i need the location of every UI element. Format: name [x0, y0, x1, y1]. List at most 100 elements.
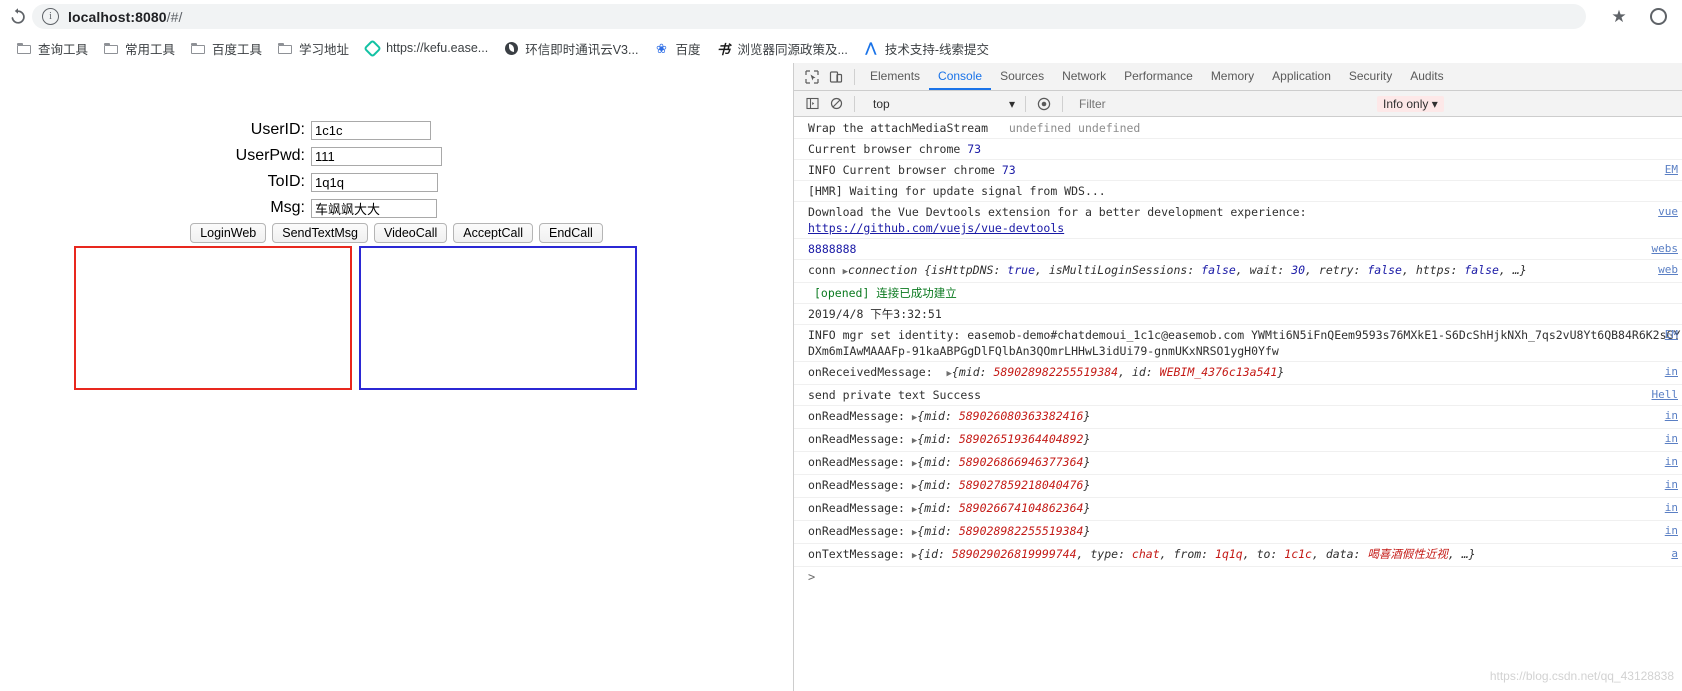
bookmark-item[interactable]: 常用工具: [97, 36, 181, 60]
bookmark-star-icon[interactable]: ★: [1608, 6, 1630, 28]
tm-to-key: , to:: [1242, 547, 1285, 561]
console-line[interactable]: Wrap the attachMediaStream undefined und…: [794, 118, 1682, 139]
console-line-timestamp[interactable]: 2019/4/8 下午3:32:51: [794, 304, 1682, 325]
tab-application[interactable]: Application: [1263, 63, 1340, 90]
log-text: 2019/4/8 下午3:32:51: [808, 307, 942, 321]
conn-wait-key: , wait:: [1235, 263, 1292, 277]
tab-memory[interactable]: Memory: [1202, 63, 1263, 90]
local-video-box[interactable]: [74, 246, 352, 390]
baidu-favicon-icon: ❀: [655, 40, 667, 56]
tab-console[interactable]: Console: [929, 63, 992, 90]
remote-video-box[interactable]: [359, 246, 637, 390]
console-line[interactable]: Download the Vue Devtools extension for …: [794, 202, 1682, 239]
folder-icon: [190, 40, 206, 56]
conn-wait-value: 30: [1291, 263, 1306, 277]
profile-avatar-icon[interactable]: [1648, 6, 1670, 28]
log-source-link[interactable]: webs: [1652, 241, 1679, 257]
bookmark-item[interactable]: 环信即时通讯云V3...: [497, 36, 644, 60]
log-source-link[interactable]: in: [1665, 477, 1678, 493]
bookmark-label: 百度: [675, 42, 701, 57]
address-bar[interactable]: i localhost:8080/#/: [32, 4, 1586, 29]
log-source-link[interactable]: in: [1665, 500, 1678, 516]
log-text: INFO mgr set identity: easemob-demo#chat…: [808, 328, 1681, 358]
console-prompt[interactable]: >: [794, 567, 1682, 587]
login-web-button[interactable]: LoginWeb: [190, 223, 267, 243]
console-line[interactable]: send private text Success Hell: [794, 385, 1682, 406]
brush-favicon-icon: 书: [716, 41, 730, 57]
tab-elements[interactable]: Elements: [861, 63, 929, 90]
console-log-list[interactable]: Wrap the attachMediaStream undefined und…: [794, 118, 1682, 691]
console-line-read-message[interactable]: onReadMessage: ▶{mid: 589026519364404892…: [794, 429, 1682, 452]
info-icon[interactable]: i: [42, 8, 59, 25]
tab-performance[interactable]: Performance: [1115, 63, 1202, 90]
bookmark-item[interactable]: ⋀ 技术支持-线索提交: [857, 36, 995, 60]
end-call-button[interactable]: EndCall: [539, 223, 603, 243]
log-source-link[interactable]: web: [1658, 262, 1678, 278]
tab-network[interactable]: Network: [1053, 63, 1115, 90]
bookmark-item[interactable]: 书浏览器同源政策及...: [709, 36, 853, 60]
bookmark-item[interactable]: 学习地址: [271, 36, 355, 60]
console-line-read-message[interactable]: onReadMessage: ▶{mid: 589026674104862364…: [794, 498, 1682, 521]
toid-input[interactable]: [311, 172, 438, 192]
console-line-read-message[interactable]: onReadMessage: ▶{mid: 589026866946377364…: [794, 452, 1682, 475]
log-source-link[interactable]: Hell: [1652, 387, 1679, 403]
bookmark-item[interactable]: 百度工具: [184, 36, 268, 60]
console-line-received-message[interactable]: onReceivedMessage: ▶{mid: 58902898225551…: [794, 362, 1682, 385]
log-source-link[interactable]: in: [1665, 454, 1678, 470]
log-source-link[interactable]: in: [1665, 431, 1678, 447]
console-line[interactable]: [HMR] Waiting for update signal from WDS…: [794, 181, 1682, 202]
device-toolbar-icon[interactable]: [824, 65, 848, 89]
console-sidebar-icon[interactable]: [800, 92, 824, 116]
ring-favicon-icon: [362, 38, 382, 58]
execution-context-select[interactable]: top ▾: [869, 95, 1019, 113]
log-source-link[interactable]: vue: [1658, 204, 1678, 220]
tab-security[interactable]: Security: [1340, 63, 1401, 90]
tab-audits[interactable]: Audits: [1401, 63, 1452, 90]
console-line-read-message[interactable]: onReadMessage: ▶{mid: 589026080363382416…: [794, 406, 1682, 429]
conn-retry-key: , retry:: [1305, 263, 1368, 277]
console-line[interactable]: INFO Current browser chrome 73 EM: [794, 160, 1682, 181]
send-text-msg-button[interactable]: SendTextMsg: [272, 223, 368, 243]
console-line-opened[interactable]: [opened] 连接已成功建立: [794, 283, 1682, 304]
bookmark-label: 常用工具: [125, 42, 176, 57]
msg-input[interactable]: [311, 198, 437, 218]
video-area: [0, 246, 793, 406]
console-line[interactable]: 8888888 webs: [794, 239, 1682, 260]
console-line-identity[interactable]: INFO mgr set identity: easemob-demo#chat…: [794, 325, 1682, 362]
conn-multilogin-value: false: [1201, 263, 1236, 277]
log-number: 73: [967, 142, 982, 156]
vue-devtools-link[interactable]: https://github.com/vuejs/vue-devtools: [808, 221, 1064, 235]
log-source-link[interactable]: in: [1665, 364, 1678, 380]
console-line[interactable]: Current browser chrome 73: [794, 139, 1682, 160]
console-line-read-message[interactable]: onReadMessage: ▶{mid: 589028982255519384…: [794, 521, 1682, 544]
toid-label: ToID:: [267, 173, 305, 190]
conn-https-value: false: [1464, 263, 1499, 277]
userid-input[interactable]: [311, 120, 431, 140]
log-source-link[interactable]: a: [1671, 546, 1678, 562]
reload-icon[interactable]: [8, 7, 28, 27]
tab-sources[interactable]: Sources: [991, 63, 1053, 90]
bookmark-item[interactable]: ❀ 百度: [647, 36, 706, 60]
console-line-read-message[interactable]: onReadMessage: ▶{mid: 589027859218040476…: [794, 475, 1682, 498]
live-expression-icon[interactable]: [1032, 92, 1056, 116]
video-call-button[interactable]: VideoCall: [373, 223, 448, 243]
bookmark-item[interactable]: 查询工具: [10, 36, 94, 60]
userpwd-input[interactable]: [311, 146, 442, 166]
log-source-link[interactable]: in: [1665, 408, 1678, 424]
bookmark-item[interactable]: https://kefu.ease...: [358, 36, 494, 60]
filter-input-wrap[interactable]: [1077, 95, 1367, 113]
filter-input[interactable]: [1077, 95, 1367, 112]
log-label: onReadMessage:: [808, 455, 912, 469]
log-source-link[interactable]: EM: [1665, 327, 1678, 343]
form-row-toid: ToID:: [0, 171, 793, 193]
browser-toolbar: i localhost:8080/#/ ★: [0, 0, 1682, 33]
accept-call-button[interactable]: AcceptCall: [453, 223, 534, 243]
clear-console-icon[interactable]: [824, 92, 848, 116]
url-path: /#/: [166, 8, 183, 25]
console-line-text-message[interactable]: onTextMessage: ▶{id: 589029026819999744,…: [794, 544, 1682, 567]
log-source-link[interactable]: EM: [1665, 162, 1678, 178]
console-line-connection[interactable]: conn ▶connection {isHttpDNS: true, isMul…: [794, 260, 1682, 283]
log-level-select[interactable]: Info only ▾: [1377, 95, 1444, 112]
log-source-link[interactable]: in: [1665, 523, 1678, 539]
inspect-icon[interactable]: [800, 65, 824, 89]
